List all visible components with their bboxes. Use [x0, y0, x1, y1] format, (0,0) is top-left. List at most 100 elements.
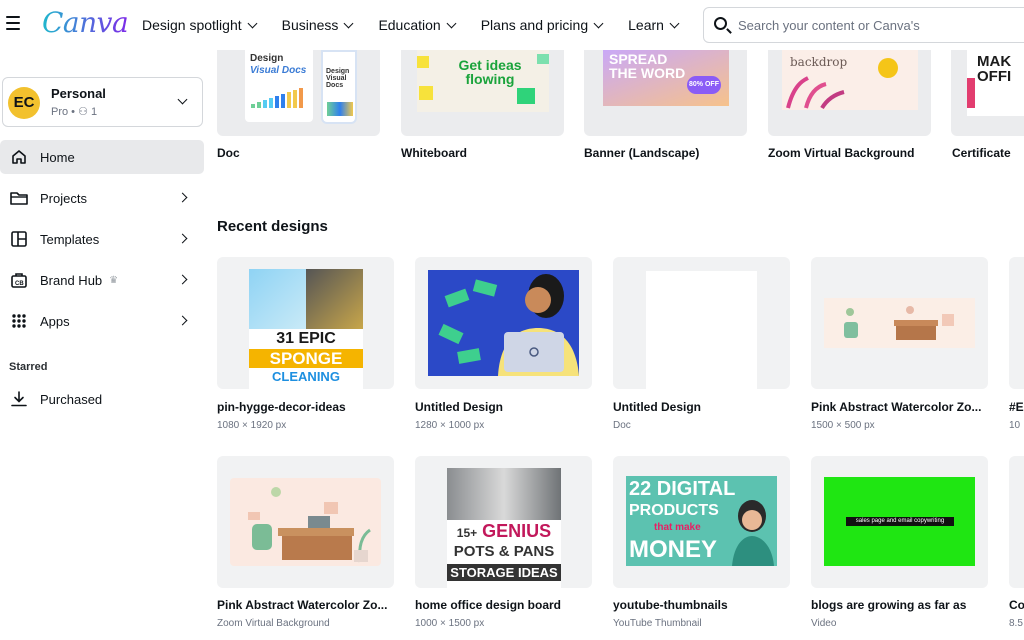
design-thumbnail: sales page and email copywriting: [824, 477, 975, 566]
sidebar-item-apps[interactable]: Apps: [0, 304, 204, 338]
design-meta: YouTube Thumbnail: [613, 618, 702, 629]
sidebar-item-home[interactable]: Home: [0, 140, 204, 174]
nav-education[interactable]: Education: [378, 17, 457, 33]
design-meta: 10: [1009, 420, 1021, 431]
thumb-text: PRODUCTS: [629, 502, 719, 519]
nav-business[interactable]: Business: [281, 17, 354, 33]
doc-phone-preview: Design Visual Docs: [321, 50, 357, 124]
design-title[interactable]: pin-hygge-decor-ideas: [217, 400, 346, 414]
design-card[interactable]: 31 EPIC SPONGE CLEANING: [217, 257, 394, 389]
svg-text:CB: CB: [15, 281, 24, 287]
thumb-text: GENIUS: [482, 521, 552, 541]
nav-label: Business: [281, 17, 339, 33]
design-title[interactable]: Co: [1009, 598, 1024, 612]
design-title[interactable]: #E: [1009, 400, 1024, 414]
thumb-text: Get ideas flowing: [458, 57, 522, 87]
person-illustration: [732, 500, 774, 566]
design-card[interactable]: [217, 456, 394, 588]
nav-design-spotlight[interactable]: Design spotlight: [142, 17, 258, 33]
search-placeholder: Search your content or Canva's: [738, 18, 920, 33]
design-card[interactable]: [415, 257, 592, 389]
mini-chart: [327, 102, 353, 116]
chevron-down-icon: [247, 18, 258, 28]
design-title[interactable]: Untitled Design: [613, 400, 701, 414]
design-title[interactable]: youtube-thumbnails: [613, 598, 728, 612]
design-thumbnail: 22 DIGITAL PRODUCTS that make MONEY: [626, 476, 777, 566]
nav-learn[interactable]: Learn: [628, 17, 680, 33]
leaf-decoration: [786, 76, 845, 110]
main-content: Design Visual Docs Design Visual Docs Do…: [210, 50, 1024, 640]
design-type-label: Banner (Landscape): [584, 146, 700, 160]
design-type-label: Certificate: [952, 146, 1011, 160]
sidebar-item-label: Projects: [40, 190, 87, 206]
canva-logo[interactable]: Canva: [42, 6, 129, 39]
design-card[interactable]: [613, 257, 790, 389]
sidebar-item-projects[interactable]: Projects: [0, 181, 204, 215]
sidebar-item-label: Apps: [40, 313, 70, 329]
menu-icon[interactable]: [6, 16, 20, 30]
design-card[interactable]: [1009, 257, 1024, 389]
sale-badge: 80% OFF: [687, 76, 721, 94]
home-icon: [9, 147, 29, 167]
design-title[interactable]: home office design board: [415, 598, 561, 612]
thumb-text: 31 EPIC: [249, 331, 363, 347]
zoom-preview: backdrop: [782, 50, 918, 110]
design-type-whiteboard[interactable]: Get ideas flowing: [401, 50, 564, 136]
sticky-note: [517, 88, 535, 104]
design-meta: 1500 × 500 px: [811, 420, 875, 431]
design-type-doc[interactable]: Design Visual Docs Design Visual Docs: [217, 50, 380, 136]
design-card[interactable]: 15+ GENIUS POTS & PANS STORAGE IDEAS: [415, 456, 592, 588]
design-meta: 1080 × 1920 px: [217, 420, 287, 431]
sidebar: EC Personal Pro • ⚇ 1 Home Projects Temp…: [0, 50, 210, 640]
design-meta: 1000 × 1500 px: [415, 618, 485, 629]
sidebar-item-brand-hub[interactable]: CB Brand Hub ♛: [0, 263, 204, 297]
illustration: [248, 487, 371, 563]
design-meta: Zoom Virtual Background: [217, 618, 330, 629]
templates-icon: [9, 229, 29, 249]
thumb-text: Design: [250, 53, 284, 64]
design-thumbnail: 15+ GENIUS POTS & PANS STORAGE IDEAS: [447, 468, 561, 588]
chevron-down-icon: [669, 18, 680, 28]
apps-grid-icon: [9, 311, 29, 331]
account-plan: Pro • ⚇ 1: [51, 106, 98, 118]
sidebar-item-purchased[interactable]: Purchased: [0, 382, 204, 416]
thumb-text: CLEANING: [249, 370, 363, 383]
illustration: [844, 306, 954, 340]
sticky-note: [417, 56, 429, 68]
design-type-zoom-background[interactable]: backdrop: [768, 50, 931, 136]
avatar: EC: [8, 87, 40, 119]
design-meta: 8.5: [1009, 618, 1023, 629]
design-meta: 1280 × 1000 px: [415, 420, 485, 431]
design-type-label: Whiteboard: [401, 146, 467, 160]
design-title[interactable]: Pink Abstract Watercolor Zo...: [217, 598, 387, 612]
chevron-down-icon: [343, 18, 354, 28]
design-meta: Doc: [613, 420, 631, 431]
design-card[interactable]: sales page and email copywriting: [811, 456, 988, 588]
design-card[interactable]: [1009, 456, 1024, 588]
design-card[interactable]: 22 DIGITAL PRODUCTS that make MONEY: [613, 456, 790, 588]
nav-label: Education: [378, 17, 441, 33]
thumb-text: 22 DIGITAL: [629, 478, 736, 500]
sticky-note: [419, 86, 433, 100]
thumb-text: MAK OFFI: [977, 53, 1012, 85]
thumb-text: STORAGE IDEAS: [447, 564, 561, 581]
sidebar-item-templates[interactable]: Templates: [0, 222, 204, 256]
design-title[interactable]: Untitled Design: [415, 400, 503, 414]
design-type-banner[interactable]: SPREAD THE WORD 80% OFF: [584, 50, 747, 136]
sticky-note: [537, 54, 549, 64]
design-type-certificate[interactable]: MAK OFFI: [951, 50, 1024, 136]
thumb-text-row: 15+ GENIUS: [447, 522, 561, 540]
design-title[interactable]: Pink Abstract Watercolor Zo...: [811, 400, 981, 414]
accent-stripe: [967, 78, 975, 108]
photo-block: [249, 269, 306, 329]
thumb-text: POTS & PANS: [453, 543, 555, 560]
chevron-right-icon: [177, 233, 188, 244]
design-thumbnail: [428, 270, 579, 376]
search-input[interactable]: Search your content or Canva's: [703, 7, 1024, 43]
design-card[interactable]: [811, 257, 988, 389]
sidebar-item-label: Purchased: [40, 391, 103, 407]
account-switcher[interactable]: EC Personal Pro • ⚇ 1: [2, 77, 203, 127]
thumb-text: backdrop: [790, 55, 848, 69]
design-title[interactable]: blogs are growing as far as: [811, 598, 966, 612]
nav-plans-pricing[interactable]: Plans and pricing: [481, 17, 604, 33]
